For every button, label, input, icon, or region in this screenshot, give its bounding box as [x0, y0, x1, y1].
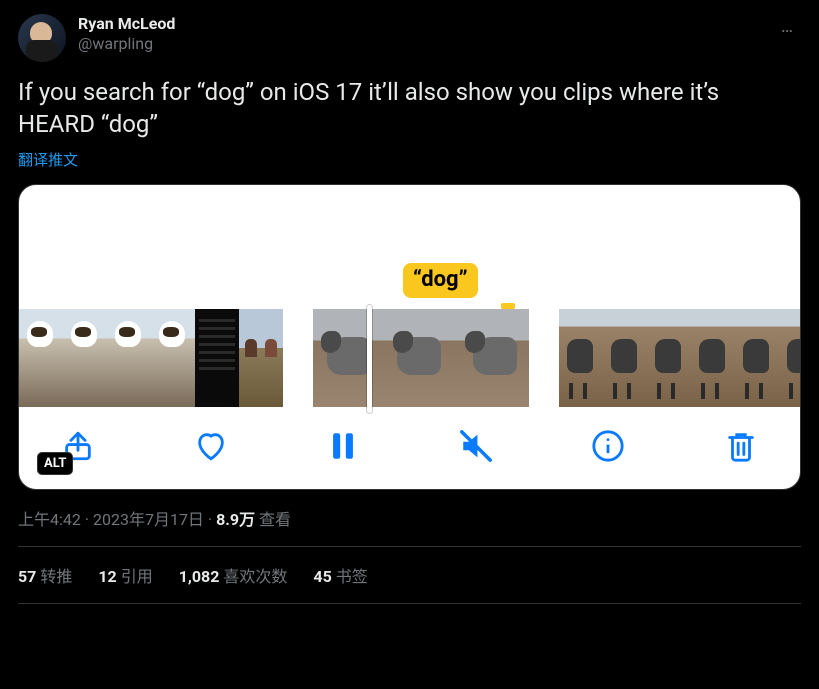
delete-button[interactable]	[724, 429, 758, 463]
tweet-container: Ryan McLeod @warpling … If you search fo…	[0, 0, 819, 604]
like-button[interactable]	[194, 429, 228, 463]
tweet-meta[interactable]: 上午4:42 · 2023年7月17日 · 8.9万 查看	[18, 506, 801, 547]
meta-sep: ·	[204, 510, 216, 529]
timeline-frame	[691, 309, 735, 407]
stat-label: 转推	[40, 567, 72, 586]
stat-label: 喜欢次数	[223, 567, 287, 586]
alt-badge[interactable]: ALT	[37, 452, 73, 475]
views-label: 查看	[255, 510, 291, 529]
more-options-button[interactable]: …	[777, 12, 799, 41]
speaker-muted-icon	[459, 429, 493, 463]
avatar[interactable]	[18, 14, 66, 62]
meta-sep: ·	[81, 510, 93, 529]
info-button[interactable]	[591, 429, 625, 463]
heart-icon	[194, 429, 228, 463]
info-icon	[591, 429, 625, 463]
clip-gap	[283, 309, 313, 407]
video-timeline[interactable]	[19, 309, 800, 407]
clip-group-1	[19, 309, 283, 407]
timeline-frame	[151, 309, 195, 407]
timeline-frame	[195, 309, 239, 407]
clip-group-3	[559, 309, 801, 407]
translate-link[interactable]: 翻译推文	[18, 149, 78, 170]
embedded-media[interactable]: “dog”	[18, 184, 801, 490]
quotes-stat[interactable]: 12 引用	[98, 563, 152, 587]
timeline-frame	[779, 309, 801, 407]
clip-group-2	[313, 309, 529, 407]
timeline-frame	[457, 309, 529, 407]
timeline-frame	[735, 309, 779, 407]
trash-icon	[724, 429, 758, 463]
timeline-frame	[559, 309, 603, 407]
mute-button[interactable]	[459, 429, 493, 463]
stat-label: 引用	[121, 567, 153, 586]
pause-button[interactable]	[326, 429, 360, 463]
retweets-stat[interactable]: 57转推	[18, 563, 72, 587]
timeline-frame	[647, 309, 691, 407]
media-controls	[19, 407, 800, 489]
timeline-frame	[107, 309, 151, 407]
tweet-header: Ryan McLeod @warpling	[18, 14, 801, 62]
stat-count: 45	[313, 567, 331, 586]
search-keyword-bubble: “dog”	[403, 263, 478, 298]
tweet-date: 2023年7月17日	[93, 510, 204, 529]
media-whitespace	[19, 185, 800, 257]
timeline-playhead[interactable]	[367, 305, 372, 413]
timeline-frame	[313, 309, 385, 407]
author-handle: @warpling	[78, 34, 175, 54]
ellipsis-icon: …	[781, 16, 795, 37]
stat-count: 1,082	[179, 567, 220, 586]
author-name: Ryan McLeod	[78, 14, 175, 34]
timeline-frame	[385, 309, 457, 407]
timeline-frame	[239, 309, 283, 407]
stat-count: 57	[18, 567, 36, 586]
timeline-frame	[19, 309, 63, 407]
stat-label: 书签	[336, 567, 368, 586]
bookmarks-stat[interactable]: 45 书签	[313, 563, 367, 587]
author-block[interactable]: Ryan McLeod @warpling	[78, 14, 175, 54]
tweet-time: 上午4:42	[18, 510, 81, 529]
clip-gap	[529, 309, 559, 407]
pause-icon	[326, 429, 360, 463]
views-count: 8.9万	[216, 510, 255, 529]
stat-count: 12	[98, 567, 116, 586]
tweet-stats: 57转推 12 引用 1,082喜欢次数 45 书签	[18, 547, 801, 604]
timeline-frame	[63, 309, 107, 407]
likes-stat[interactable]: 1,082喜欢次数	[179, 563, 288, 587]
tweet-text: If you search for “dog” on iOS 17 it’ll …	[18, 76, 801, 141]
timeline-frame	[603, 309, 647, 407]
